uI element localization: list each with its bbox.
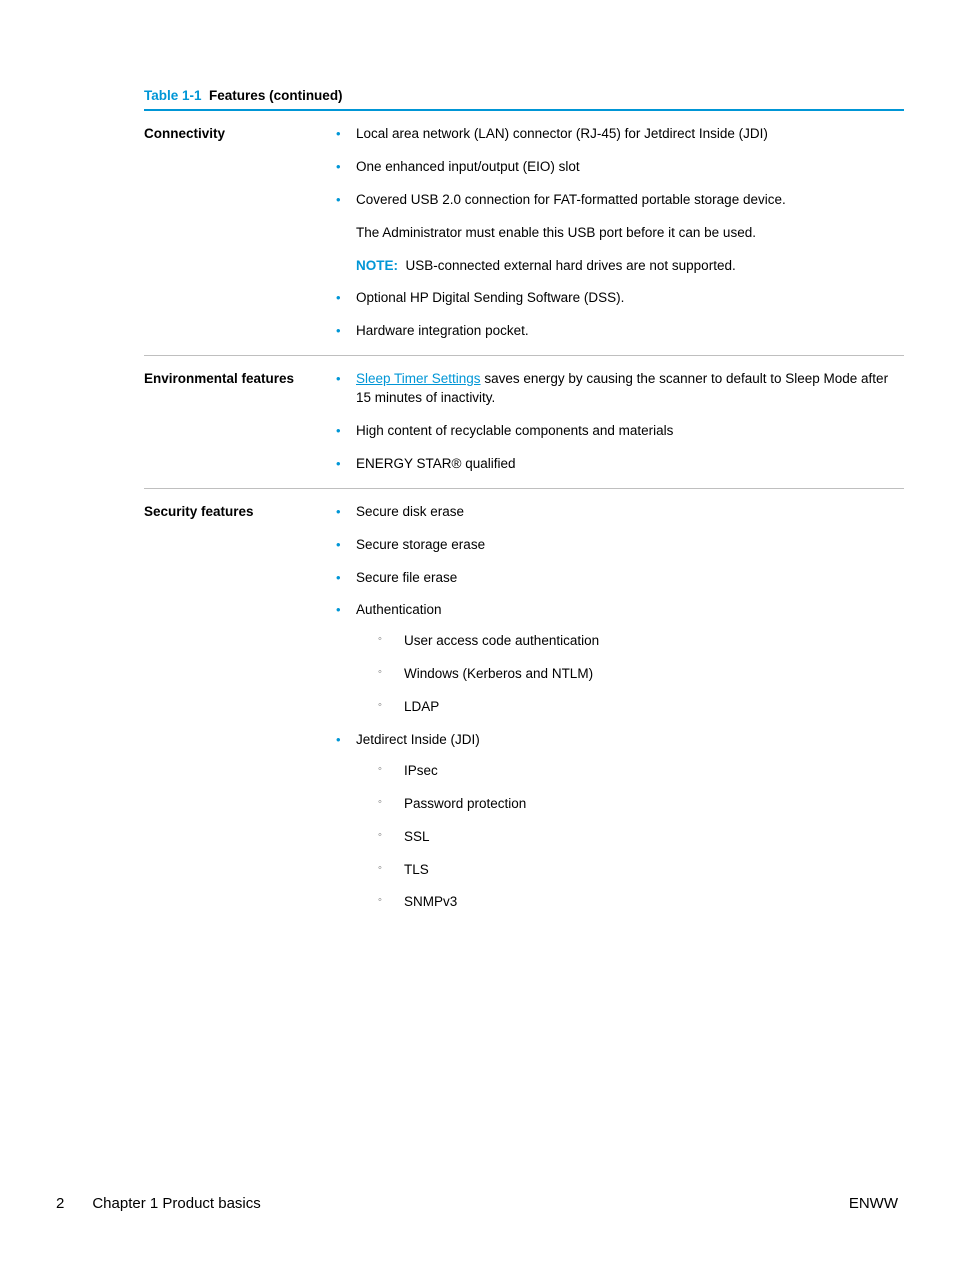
list-item: Covered USB 2.0 connection for FAT-forma…: [336, 191, 898, 276]
list-item: Secure file erase: [336, 569, 898, 588]
list-item: Authentication User access code authenti…: [336, 601, 898, 717]
table-row: Security features Secure disk erase Secu…: [144, 489, 904, 927]
sub-list-item: Password protection: [378, 795, 898, 814]
table-row: Connectivity Local area network (LAN) co…: [144, 111, 904, 356]
list-item-text: Jetdirect Inside (JDI): [356, 732, 480, 747]
row-content-connectivity: Local area network (LAN) connector (RJ-4…: [330, 111, 904, 355]
sub-list-item: LDAP: [378, 698, 898, 717]
chapter-title: Chapter 1 Product basics: [92, 1195, 260, 1212]
row-content-environmental: Sleep Timer Settings saves energy by cau…: [330, 356, 904, 488]
list-item: Sleep Timer Settings saves energy by cau…: [336, 370, 898, 408]
sub-list-item: IPsec: [378, 762, 898, 781]
table-title: Features (continued): [209, 88, 343, 103]
list-item: Secure storage erase: [336, 536, 898, 555]
list-item: Secure disk erase: [336, 503, 898, 522]
features-table: Connectivity Local area network (LAN) co…: [144, 109, 904, 926]
sleep-timer-link[interactable]: Sleep Timer Settings: [356, 371, 481, 386]
row-label-environmental: Environmental features: [144, 356, 330, 488]
page-footer: 2 Chapter 1 Product basics ENWW: [56, 1195, 898, 1212]
note: NOTE: USB-connected external hard drives…: [356, 257, 898, 276]
list-item: ENERGY STAR® qualified: [336, 455, 898, 474]
page-number: 2: [56, 1195, 64, 1212]
sub-list-item: SSL: [378, 828, 898, 847]
row-label-security: Security features: [144, 489, 330, 927]
list-item: Jetdirect Inside (JDI) IPsec Password pr…: [336, 731, 898, 912]
sub-list-item: Windows (Kerberos and NTLM): [378, 665, 898, 684]
list-item: Local area network (LAN) connector (RJ-4…: [336, 125, 898, 144]
list-item: Optional HP Digital Sending Software (DS…: [336, 289, 898, 308]
note-label: NOTE:: [356, 258, 398, 273]
sub-list-item: TLS: [378, 861, 898, 880]
list-item-text: Authentication: [356, 602, 442, 617]
list-item: Hardware integration pocket.: [336, 322, 898, 341]
sub-list-item: User access code authentication: [378, 632, 898, 651]
list-item: High content of recyclable components an…: [336, 422, 898, 441]
list-item-text: Covered USB 2.0 connection for FAT-forma…: [356, 192, 786, 207]
sub-list-item: SNMPv3: [378, 893, 898, 912]
row-content-security: Secure disk erase Secure storage erase S…: [330, 489, 904, 927]
list-item: One enhanced input/output (EIO) slot: [336, 158, 898, 177]
note-text: USB-connected external hard drives are n…: [406, 258, 736, 273]
table-row: Environmental features Sleep Timer Setti…: [144, 356, 904, 489]
paragraph: The Administrator must enable this USB p…: [356, 224, 898, 243]
language-code: ENWW: [849, 1195, 898, 1212]
table-number: Table 1-1: [144, 88, 202, 103]
table-caption: Table 1-1 Features (continued): [144, 88, 898, 103]
row-label-connectivity: Connectivity: [144, 111, 330, 355]
